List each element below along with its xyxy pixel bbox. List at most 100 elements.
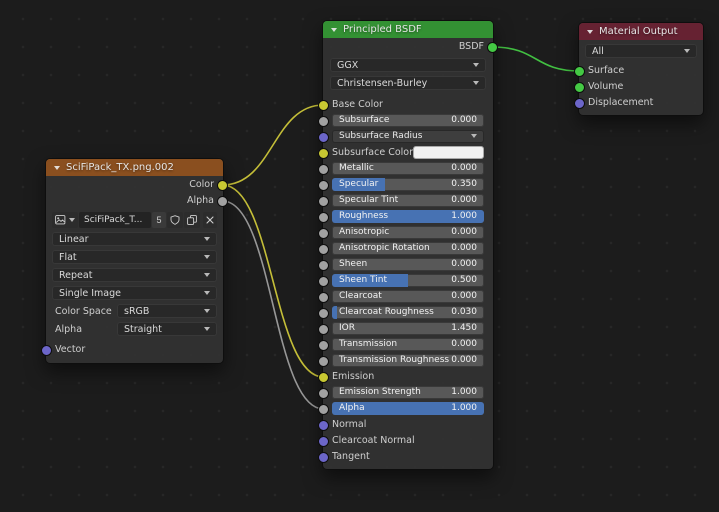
fake-user-button[interactable] — [167, 212, 183, 228]
row-label: Base Color — [332, 99, 383, 110]
output-input-rows: SurfaceVolumeDisplacement — [579, 62, 703, 110]
chevron-down-icon — [204, 309, 210, 313]
output-row-surface: Surface — [579, 62, 703, 78]
slider-value: 0.030 — [451, 307, 477, 317]
socket-surface-input[interactable] — [574, 66, 585, 77]
socket-normal-input[interactable] — [318, 420, 329, 431]
socket-metallic-input[interactable] — [318, 164, 329, 175]
transmission-roughness-slider[interactable]: Transmission Roughness0.000 — [332, 354, 484, 367]
unlink-image-button[interactable] — [203, 212, 217, 228]
alpha-mode-dropdown[interactable]: Straight — [117, 322, 217, 336]
socket-specular-tint-input[interactable] — [318, 196, 329, 207]
socket-anisotropic-rotation-input[interactable] — [318, 244, 329, 255]
socket-clearcoat-input[interactable] — [318, 292, 329, 303]
node-editor-canvas[interactable]: SciFiPack_TX.png.002 Color Alpha SciFiPa… — [0, 0, 719, 512]
extension-dropdown[interactable]: Repeat — [52, 268, 217, 282]
socket-alpha-input[interactable] — [318, 404, 329, 415]
interpolation-dropdown[interactable]: Linear — [52, 232, 217, 246]
node-material-output[interactable]: Material Output All SurfaceVolumeDisplac… — [578, 22, 704, 116]
socket-emission-strength-input[interactable] — [318, 388, 329, 399]
collapse-chevron-icon[interactable] — [587, 30, 593, 34]
color-space-dropdown[interactable]: sRGB — [117, 304, 217, 318]
subsurface-color-swatch[interactable] — [413, 146, 484, 159]
slider-value: 0.000 — [451, 115, 477, 125]
slider-value: 0.000 — [451, 243, 477, 253]
bsdf-row-specular-tint: Specular Tint0.000 — [323, 192, 493, 208]
clearcoat-slider[interactable]: Clearcoat0.000 — [332, 290, 484, 303]
socket-subsurface-radius-input[interactable] — [318, 132, 329, 143]
roughness-slider[interactable]: Roughness1.000 — [332, 210, 484, 223]
distribution-dropdown[interactable]: GGX — [330, 58, 486, 72]
output-row-alpha: Alpha — [46, 192, 223, 208]
source-row: Single Image — [52, 286, 217, 300]
socket-volume-input[interactable] — [574, 82, 585, 93]
socket-displacement-input[interactable] — [574, 98, 585, 109]
transmission-slider[interactable]: Transmission0.000 — [332, 338, 484, 351]
subsurface-method-dropdown[interactable]: Christensen-Burley — [330, 76, 486, 90]
socket-sheen-tint-input[interactable] — [318, 276, 329, 287]
image-browse-button[interactable] — [52, 212, 78, 228]
bsdf-row-sheen-tint: Sheen Tint0.500 — [323, 272, 493, 288]
socket-subsurface-color-input[interactable] — [318, 148, 329, 159]
socket-subsurface-input[interactable] — [318, 116, 329, 127]
dropdown-value: Straight — [124, 324, 162, 335]
bsdf-row-clearcoat-roughness: Clearcoat Roughness0.030 — [323, 304, 493, 320]
socket-specular-input[interactable] — [318, 180, 329, 191]
bsdf-row-emission-strength: Emission Strength1.000 — [323, 384, 493, 400]
socket-sheen-input[interactable] — [318, 260, 329, 271]
anisotropic-rotation-slider[interactable]: Anisotropic Rotation0.000 — [332, 242, 484, 255]
input-label: Surface — [588, 65, 624, 76]
collapse-chevron-icon[interactable] — [331, 28, 337, 32]
node-header-image-texture[interactable]: SciFiPack_TX.png.002 — [46, 159, 223, 176]
output-row-volume: Volume — [579, 78, 703, 94]
collapse-chevron-icon[interactable] — [54, 166, 60, 170]
duplicate-icon — [187, 215, 197, 225]
socket-anisotropic-input[interactable] — [318, 228, 329, 239]
socket-ior-input[interactable] — [318, 324, 329, 335]
ior-slider[interactable]: IOR1.450 — [332, 322, 484, 335]
socket-vector-input[interactable] — [41, 345, 52, 356]
sheen-slider[interactable]: Sheen0.000 — [332, 258, 484, 271]
distribution-row: GGX — [330, 58, 486, 72]
socket-roughness-input[interactable] — [318, 212, 329, 223]
socket-alpha-output[interactable] — [217, 196, 228, 207]
socket-transmission-roughness-input[interactable] — [318, 356, 329, 367]
output-label: Alpha — [187, 195, 214, 206]
image-name-field[interactable]: SciFiPack_T... — [79, 212, 151, 228]
slider-value: 0.000 — [451, 163, 477, 173]
subsurface-slider[interactable]: Subsurface0.000 — [332, 114, 484, 127]
node-header-principled-bsdf[interactable]: Principled BSDF — [323, 21, 493, 38]
anisotropic-slider[interactable]: Anisotropic0.000 — [332, 226, 484, 239]
socket-emission-input[interactable] — [318, 372, 329, 383]
target-dropdown[interactable]: All — [585, 44, 697, 58]
bsdf-row-ior: IOR1.450 — [323, 320, 493, 336]
slider-label: Alpha — [339, 403, 365, 413]
image-users-button[interactable]: 5 — [152, 212, 166, 228]
socket-base-color-input[interactable] — [318, 100, 329, 111]
emission-strength-slider[interactable]: Emission Strength1.000 — [332, 386, 484, 399]
dropdown-value: Christensen-Burley — [337, 78, 427, 89]
projection-dropdown[interactable]: Flat — [52, 250, 217, 264]
bsdf-row-emission: Emission — [323, 368, 493, 384]
socket-tangent-input[interactable] — [318, 452, 329, 463]
node-image-texture[interactable]: SciFiPack_TX.png.002 Color Alpha SciFiPa… — [45, 158, 224, 364]
slider-label: Anisotropic — [339, 227, 389, 237]
specular-slider[interactable]: Specular0.350 — [332, 178, 484, 191]
bsdf-row-anisotropic: Anisotropic0.000 — [323, 224, 493, 240]
bsdf-row-subsurface-radius: Subsurface Radius — [323, 128, 493, 144]
clearcoat-roughness-slider[interactable]: Clearcoat Roughness0.030 — [332, 306, 484, 319]
socket-clearcoat-roughness-input[interactable] — [318, 308, 329, 319]
node-principled-bsdf[interactable]: Principled BSDF BSDF GGX Christensen-Bur… — [322, 20, 494, 470]
source-dropdown[interactable]: Single Image — [52, 286, 217, 300]
metallic-slider[interactable]: Metallic0.000 — [332, 162, 484, 175]
alpha-slider[interactable]: Alpha1.000 — [332, 402, 484, 415]
socket-clearcoat-normal-input[interactable] — [318, 436, 329, 447]
node-header-material-output[interactable]: Material Output — [579, 23, 703, 40]
new-image-button[interactable] — [184, 212, 200, 228]
socket-transmission-input[interactable] — [318, 340, 329, 351]
socket-color-output[interactable] — [217, 180, 228, 191]
sheen-tint-slider[interactable]: Sheen Tint0.500 — [332, 274, 484, 287]
socket-bsdf-output[interactable] — [487, 42, 498, 53]
specular-tint-slider[interactable]: Specular Tint0.000 — [332, 194, 484, 207]
subsurface-radius-button[interactable]: Subsurface Radius — [332, 130, 484, 143]
